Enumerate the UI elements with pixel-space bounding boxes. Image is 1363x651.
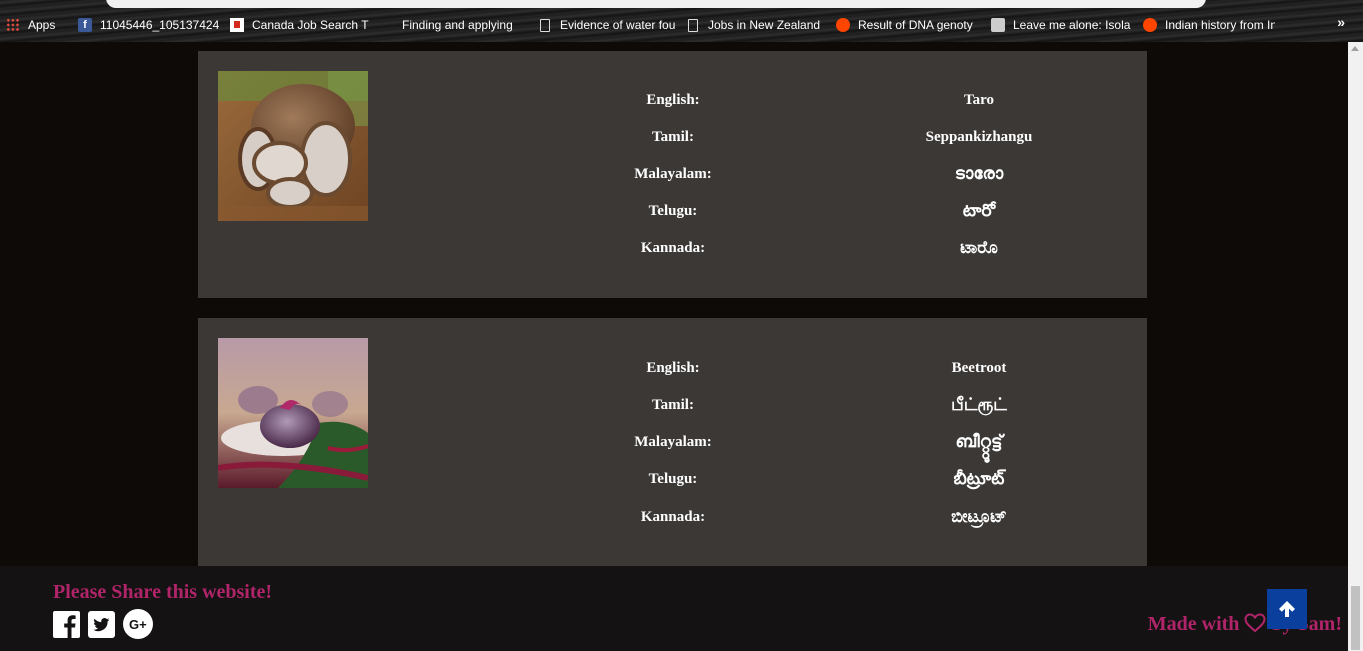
bookmark-label: Evidence of water fou <box>560 18 676 32</box>
footer: Please Share this website! G+ Made with … <box>0 566 1348 651</box>
bookmark-label: Indian history from In <box>1165 18 1275 32</box>
document-icon <box>688 18 698 32</box>
vegetable-card: English: Beetroot Tamil: பீட்ரூட் Malaya… <box>198 318 1147 566</box>
address-bar-edge[interactable] <box>106 0 1206 8</box>
reddit-icon <box>836 18 850 32</box>
language-label: Telugu: <box>648 471 698 487</box>
bookmark-dna-result[interactable]: Result of DNA genoty <box>830 14 985 36</box>
reddit-icon <box>1143 18 1157 32</box>
name-value: பீட்ரூட் <box>951 395 1007 415</box>
bookmark-label: Result of DNA genoty <box>858 18 973 32</box>
name-value: Taro <box>963 92 994 108</box>
language-label: English: <box>646 360 700 376</box>
bookmark-leave-me-alone[interactable]: Leave me alone: Isola <box>985 14 1137 36</box>
bookmark-canada-jobs[interactable]: Canada Job Search T <box>224 14 372 36</box>
name-value: బీట్రూట్ <box>953 469 1005 489</box>
translation-row: Kannada: ಬೀಟ್ರೂಟ್ <box>198 504 1147 530</box>
apps-grid-icon <box>6 18 20 32</box>
bookmark-label: Finding and applying <box>402 18 513 32</box>
translation-row: Telugu: బీట్రూట్ <box>198 466 1147 492</box>
bookmarks-overflow-button[interactable]: » <box>1337 14 1345 30</box>
language-label: Malayalam: <box>634 434 712 450</box>
site-icon <box>991 18 1005 32</box>
language-label: Kannada: <box>640 240 706 256</box>
bookmark-label: Apps <box>28 18 56 32</box>
scrollbar-thumb[interactable] <box>1351 586 1360 650</box>
vegetable-card: English: Taro Tamil: Seppankizhangu Mala… <box>198 51 1147 298</box>
language-label: English: <box>646 92 700 108</box>
name-value: ಬೀಟ್ರೂಟ್ <box>951 507 1007 527</box>
document-icon <box>540 18 550 32</box>
share-title: Please Share this website! <box>53 581 273 603</box>
language-label: Tamil: <box>652 129 694 145</box>
bookmark-label: Leave me alone: Isola <box>1013 18 1131 32</box>
twitter-icon[interactable] <box>88 610 115 638</box>
translation-row: English: Taro <box>198 87 1147 113</box>
svg-text:G+: G+ <box>129 617 147 632</box>
language-label: Telugu: <box>648 203 698 219</box>
page-scrollbar[interactable] <box>1348 42 1363 651</box>
bookmark-label: Jobs in New Zealand <box>708 18 821 32</box>
translation-row: Kannada: ಟಾರೊ <box>198 235 1147 261</box>
translation-row: Tamil: Seppankizhangu <box>198 124 1147 150</box>
translation-row: English: Beetroot <box>198 355 1147 381</box>
scroll-up-arrow-icon[interactable] <box>1351 46 1359 51</box>
translation-row: Malayalam: ബീറ്റ്റൂട്ട് <box>198 429 1147 455</box>
bookmark-finding[interactable]: Finding and applying <box>372 14 532 36</box>
canada-flag-icon <box>230 18 244 32</box>
bookmark-facebook[interactable]: f 11045446_105137424 <box>72 14 224 36</box>
name-value: Seppankizhangu <box>925 129 1033 145</box>
facebook-icon[interactable] <box>53 610 80 638</box>
bookmark-jobs-nz[interactable]: Jobs in New Zealand <box>680 14 830 36</box>
language-label: Malayalam: <box>634 166 712 182</box>
google-plus-icon[interactable]: G+ <box>123 609 153 639</box>
made-with-love: Made with by Sam! <box>1148 613 1342 636</box>
name-value: ಟಾರೊ <box>960 238 998 258</box>
language-label: Kannada: <box>640 509 706 525</box>
bookmark-label: 11045446_105137424 <box>100 18 220 32</box>
bookmark-apps[interactable]: Apps <box>0 14 72 36</box>
heart-icon <box>1244 613 1266 633</box>
name-value: టారో <box>962 201 996 221</box>
bookmark-evidence-water[interactable]: Evidence of water fou <box>532 14 680 36</box>
arrow-up-icon <box>1279 601 1295 617</box>
bookmark-indian-history[interactable]: Indian history from In <box>1137 14 1275 36</box>
translation-row: Telugu: టారో <box>198 198 1147 224</box>
language-label: Tamil: <box>652 397 694 413</box>
made-prefix: Made with <box>1147 613 1240 635</box>
social-links: G+ <box>53 609 161 639</box>
bookmark-label: Canada Job Search T <box>252 18 369 32</box>
name-value: ടാരോ <box>954 164 1004 184</box>
facebook-icon: f <box>78 18 92 32</box>
name-value: Beetroot <box>951 360 1007 376</box>
translation-row: Tamil: பீட்ரூட் <box>198 392 1147 418</box>
translation-row: Malayalam: ടാരോ <box>198 161 1147 187</box>
name-value: ബീറ്റ്റൂട്ട് <box>955 432 1003 452</box>
back-to-top-button[interactable] <box>1267 589 1307 629</box>
bookmarks-bar: Apps f 11045446_105137424 Canada Job Sea… <box>0 0 1363 42</box>
